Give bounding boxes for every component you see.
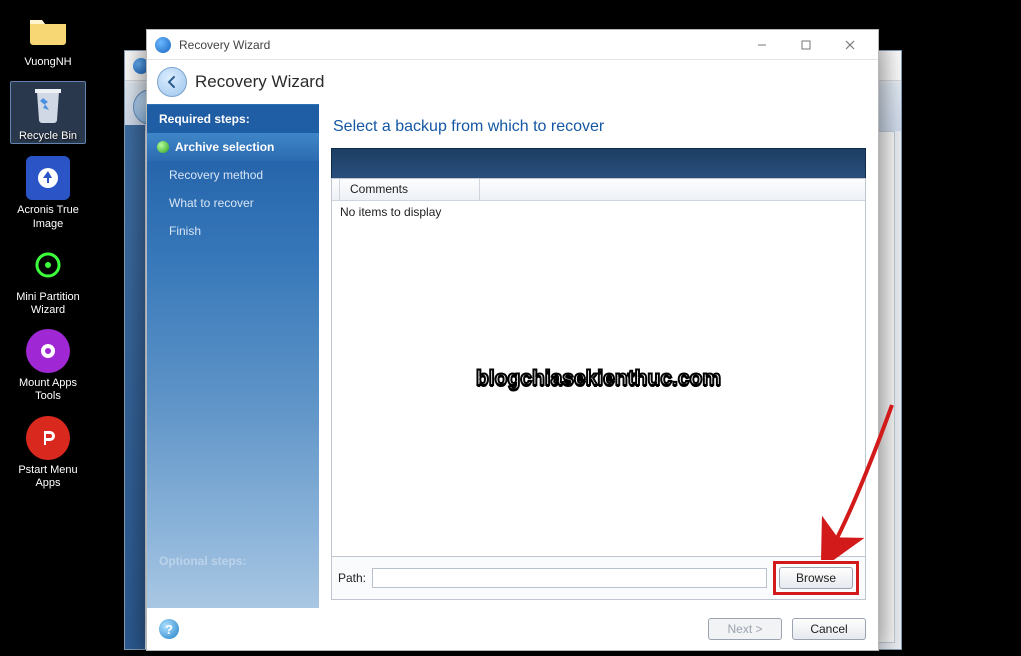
desktop-icon-mount-apps[interactable]: Mount Apps Tools xyxy=(10,329,86,403)
browse-highlight: Browse xyxy=(773,561,859,595)
partition-wizard-icon xyxy=(26,243,70,287)
desktop-icon-pstart[interactable]: Pstart Menu Apps xyxy=(10,416,86,490)
watermark-text: blogchiasekienthuc.com xyxy=(476,367,721,391)
acronis-icon xyxy=(26,156,70,200)
app-icon xyxy=(155,37,171,53)
back-button[interactable] xyxy=(157,67,187,97)
column-comments[interactable]: Comments xyxy=(340,179,480,200)
desktop-icon-label: Mini Partition Wizard xyxy=(10,291,86,317)
recycle-bin-icon xyxy=(26,82,70,126)
next-button[interactable]: Next > xyxy=(708,618,782,640)
minimize-button[interactable] xyxy=(740,31,784,59)
main-title: Select a backup from which to recover xyxy=(333,118,866,136)
desktop-icon-vuongnh[interactable]: VuongNH xyxy=(10,8,86,69)
required-steps-label: Required steps: xyxy=(147,104,319,133)
wizard-sidebar: Required steps: Archive selection Recove… xyxy=(147,104,319,608)
path-label: Path: xyxy=(338,571,366,585)
browse-button[interactable]: Browse xyxy=(779,567,853,589)
window-titlebar[interactable]: Recovery Wizard xyxy=(147,30,878,60)
backup-list: Comments No items to display blogchiasek… xyxy=(331,178,866,557)
step-finish[interactable]: Finish xyxy=(147,217,319,245)
optional-steps-label: Optional steps: xyxy=(159,554,246,568)
close-button[interactable] xyxy=(828,31,872,59)
window-header: Recovery Wizard xyxy=(147,60,878,104)
step-archive-selection[interactable]: Archive selection xyxy=(147,133,319,161)
pstart-icon xyxy=(26,416,70,460)
wizard-footer: ? Next > Cancel xyxy=(147,608,878,650)
cancel-button[interactable]: Cancel xyxy=(792,618,866,640)
step-what-to-recover[interactable]: What to recover xyxy=(147,189,319,217)
desktop-icon-mini-partition[interactable]: Mini Partition Wizard xyxy=(10,243,86,317)
window-title: Recovery Wizard xyxy=(179,38,270,52)
path-input[interactable] xyxy=(372,568,767,588)
desktop-icon-label: Mount Apps Tools xyxy=(10,377,86,403)
header-title: Recovery Wizard xyxy=(195,72,324,92)
path-row: Path: Browse xyxy=(331,557,866,600)
wizard-main: Select a backup from which to recover Co… xyxy=(319,104,878,608)
empty-message: No items to display xyxy=(340,205,857,219)
help-icon[interactable]: ? xyxy=(159,619,179,639)
background-window-side xyxy=(125,125,145,649)
table-body[interactable]: No items to display blogchiasekienthuc.c… xyxy=(332,201,865,556)
maximize-button[interactable] xyxy=(784,31,828,59)
step-recovery-method[interactable]: Recovery method xyxy=(147,161,319,189)
mount-apps-icon xyxy=(26,329,70,373)
desktop-icon-recycle-bin[interactable]: Recycle Bin xyxy=(10,81,86,144)
desktop-icon-label: VuongNH xyxy=(10,56,86,69)
desktop-icon-acronis[interactable]: Acronis True Image xyxy=(10,156,86,230)
recovery-wizard-window: Recovery Wizard Recovery Wizard Required… xyxy=(146,29,879,651)
list-header-bar xyxy=(331,148,866,178)
desktop-icon-label: Recycle Bin xyxy=(11,130,85,143)
folder-user-icon xyxy=(26,8,70,52)
desktop-icon-label: Pstart Menu Apps xyxy=(10,464,86,490)
table-header: Comments xyxy=(332,179,865,201)
desktop-icon-label: Acronis True Image xyxy=(10,204,86,230)
